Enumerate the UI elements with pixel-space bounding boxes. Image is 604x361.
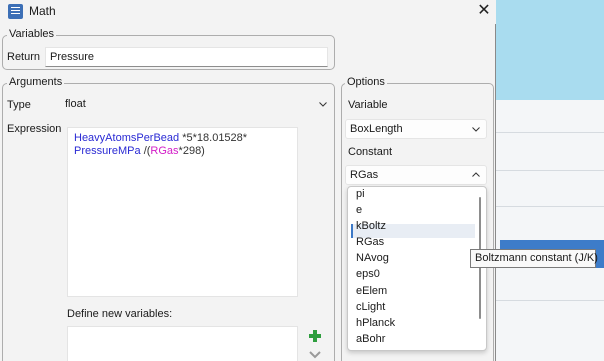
plus-icon[interactable] (308, 329, 322, 343)
constant-label: Constant (348, 146, 393, 158)
type-select[interactable]: float (61, 95, 333, 115)
expression-token: *5*18.01528* (179, 132, 248, 144)
dropdown-item[interactable]: RGas (356, 236, 384, 248)
return-label: Return (7, 51, 41, 63)
chevron-down-icon (319, 102, 327, 107)
close-button[interactable]: ✕ (473, 1, 495, 21)
constant-dropdown-list: pi e kBoltz RGas NAvog eps0 eElem cLight… (347, 186, 487, 351)
expression-token: /( (140, 145, 151, 157)
constant-select[interactable]: RGas (345, 165, 487, 185)
dropdown-item[interactable]: kBoltz (356, 220, 386, 232)
app-icon (8, 4, 23, 19)
dropdown-item[interactable]: cLight (356, 301, 385, 313)
constant-value: RGas (350, 169, 379, 181)
background-divider (496, 206, 604, 207)
return-field[interactable]: Pressure (45, 47, 328, 67)
variable-value: BoxLength (350, 123, 403, 135)
dropdown-item[interactable]: pi (356, 188, 365, 200)
dropdown-item[interactable]: eps0 (356, 268, 380, 280)
dropdown-item[interactable]: e (356, 204, 362, 216)
background-divider (496, 132, 604, 133)
variable-select[interactable]: BoxLength (345, 119, 487, 139)
chevron-up-icon (472, 172, 480, 177)
dropdown-item[interactable]: NAvog (356, 252, 389, 264)
options-legend: Options (345, 76, 387, 88)
dropdown-item[interactable]: eElem (356, 285, 387, 297)
variable-label: Variable (348, 99, 388, 111)
window-title: Math (29, 4, 56, 18)
dropdown-item[interactable]: hPlanck (356, 317, 395, 329)
background-divider (496, 170, 604, 171)
expression-text: HeavyAtomsPerBead *5*18.01528* PressureMP… (74, 132, 247, 157)
expression-token: HeavyAtomsPerBead (74, 132, 180, 144)
type-value: float (65, 98, 86, 110)
tooltip: Boltzmann constant (J/K) (470, 249, 598, 268)
background-panel (496, 100, 604, 361)
variables-legend: Variables (7, 28, 57, 40)
arguments-legend: Arguments (7, 76, 65, 88)
new-variables-editor[interactable] (67, 326, 298, 361)
define-new-variables-label: Define new variables: (67, 308, 173, 320)
expression-label: Expression (7, 123, 62, 135)
expression-token: PressureMPa (74, 145, 141, 157)
background-divider (496, 300, 604, 301)
expression-token: *298) (178, 145, 205, 157)
title-bar: Math ✕ (0, 0, 496, 24)
chevron-down-icon[interactable] (308, 350, 322, 360)
expression-token: RGas (150, 145, 179, 157)
dropdown-item[interactable]: aBohr (356, 333, 385, 345)
expression-editor[interactable]: HeavyAtomsPerBead *5*18.01528* PressureMP… (67, 127, 298, 297)
chevron-down-icon (472, 127, 480, 132)
type-label: Type (7, 99, 31, 111)
